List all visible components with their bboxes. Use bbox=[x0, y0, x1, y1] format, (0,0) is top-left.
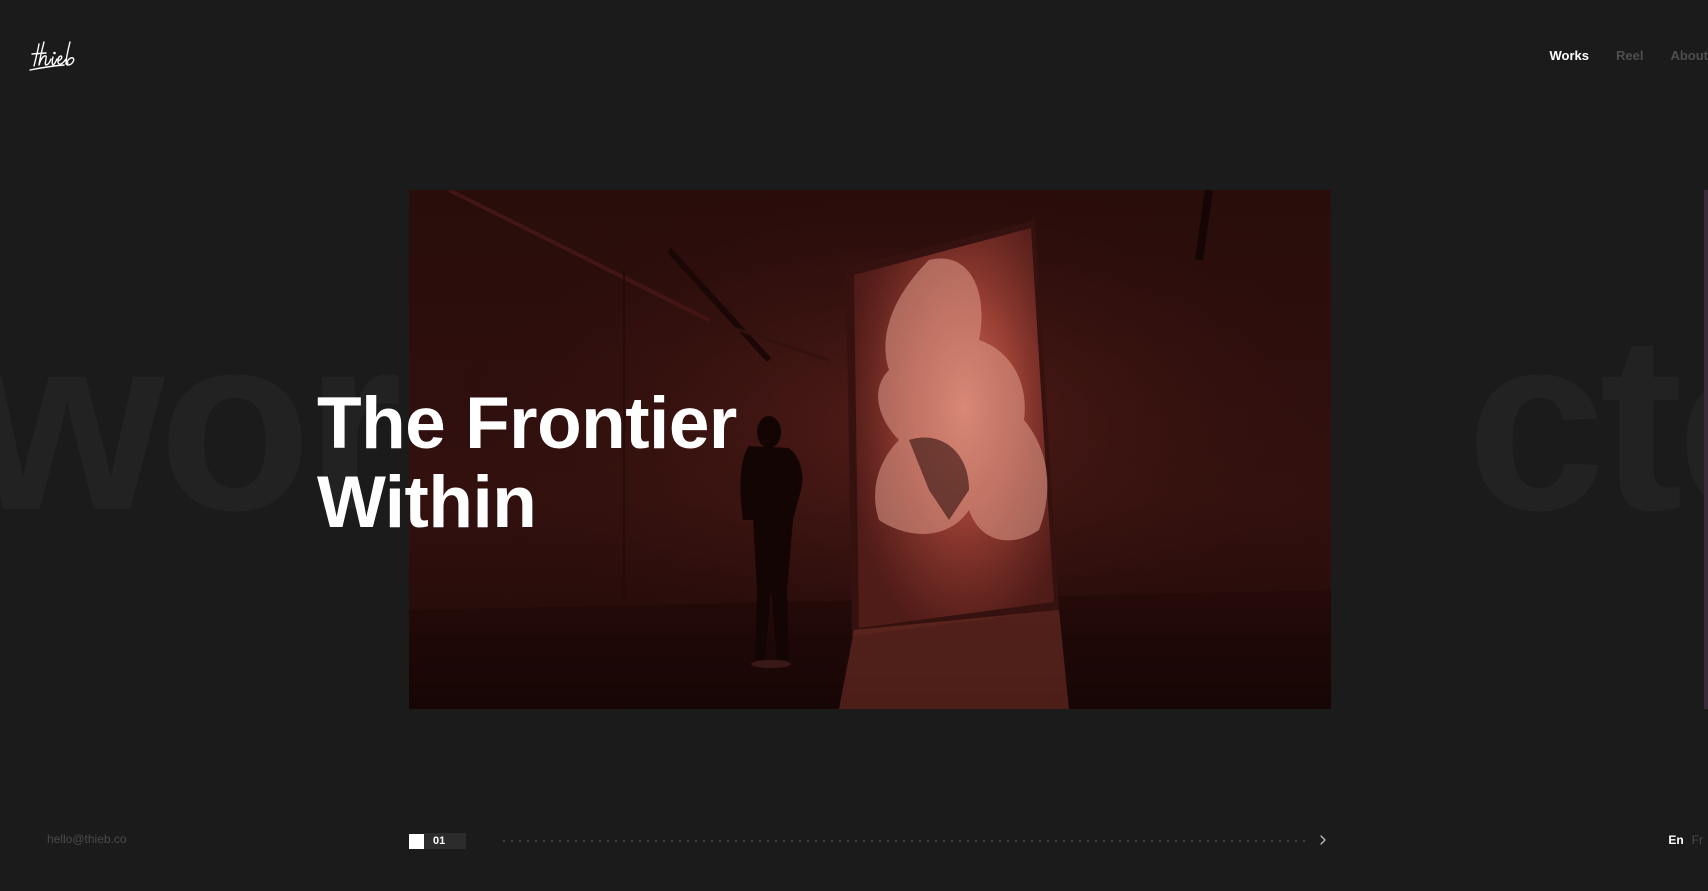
logo-signature-icon bbox=[29, 41, 75, 71]
background-word-right: cted bbox=[1466, 283, 1708, 562]
slide-progress-track[interactable] bbox=[500, 840, 1308, 842]
nav-item-works[interactable]: Works bbox=[1549, 48, 1589, 63]
project-title-line-2: Within bbox=[317, 462, 537, 543]
logo-link[interactable] bbox=[26, 38, 82, 74]
chevron-right-icon bbox=[1320, 835, 1326, 845]
language-switcher: En Fr bbox=[1668, 833, 1703, 847]
nav-item-about[interactable]: About bbox=[1670, 48, 1708, 63]
main-nav: Works Reel About bbox=[1522, 48, 1708, 63]
next-slide-peek[interactable] bbox=[1704, 190, 1708, 709]
language-en[interactable]: En bbox=[1668, 833, 1683, 847]
contact-email-link[interactable]: hello@thieb.co bbox=[47, 832, 127, 846]
next-slide-button[interactable] bbox=[1316, 832, 1330, 848]
language-fr[interactable]: Fr bbox=[1692, 833, 1703, 847]
slide-thumbnail[interactable] bbox=[409, 833, 424, 849]
slide-number: 01 bbox=[424, 833, 466, 849]
page: worldcted Works Reel About bbox=[0, 0, 1708, 891]
project-title-line-1: The Frontier bbox=[317, 383, 737, 464]
slide-indicator[interactable]: 01 bbox=[409, 833, 466, 849]
nav-item-reel[interactable]: Reel bbox=[1616, 48, 1643, 63]
project-title[interactable]: The Frontier Within bbox=[317, 384, 737, 542]
